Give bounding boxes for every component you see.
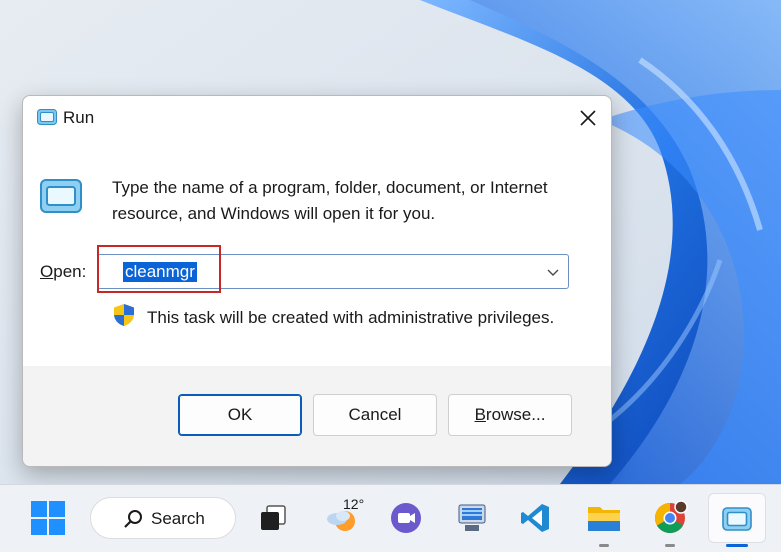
control-panel-icon bbox=[458, 504, 486, 531]
control-panel-button[interactable] bbox=[449, 495, 495, 541]
vscode-button[interactable] bbox=[512, 495, 558, 541]
chevron-down-icon[interactable] bbox=[546, 266, 560, 278]
open-label: Open: bbox=[40, 262, 87, 281]
cancel-button[interactable]: Cancel bbox=[313, 394, 437, 436]
run-program-icon bbox=[40, 179, 82, 213]
teams-chat-button[interactable] bbox=[383, 495, 429, 541]
close-icon bbox=[580, 110, 596, 126]
file-explorer-icon bbox=[588, 507, 620, 531]
open-combobox[interactable]: cleanmgr bbox=[97, 254, 569, 289]
dialog-title: Run bbox=[63, 108, 95, 127]
run-dialog: Run Type the name of a program, folder, … bbox=[22, 95, 612, 467]
start-button[interactable] bbox=[25, 495, 71, 541]
taskbar: Search bbox=[0, 484, 781, 552]
run-app-active-indicator bbox=[726, 544, 748, 547]
run-instructions: Type the name of a program, folder, docu… bbox=[112, 178, 548, 223]
run-app-icon bbox=[722, 507, 752, 531]
file-explorer-button[interactable] bbox=[581, 495, 627, 541]
open-input[interactable]: cleanmgr bbox=[123, 262, 197, 282]
task-view-button[interactable] bbox=[250, 495, 296, 541]
chrome-icon bbox=[654, 500, 688, 534]
chrome-running-indicator bbox=[665, 544, 675, 547]
dialog-footer: OK Cancel Browse... bbox=[23, 366, 611, 466]
vscode-icon bbox=[521, 504, 549, 532]
start-icon bbox=[31, 501, 65, 535]
task-view-icon bbox=[261, 505, 286, 530]
run-app-taskbar-button[interactable] bbox=[708, 493, 766, 543]
weather-temperature: 12° bbox=[343, 496, 365, 512]
uac-shield-icon bbox=[114, 304, 134, 326]
taskbar-search[interactable]: Search bbox=[90, 497, 236, 539]
browse-button[interactable]: Browse... bbox=[448, 394, 572, 436]
ok-button[interactable]: OK bbox=[178, 394, 302, 436]
search-label: Search bbox=[151, 509, 205, 528]
title-bar[interactable]: Run bbox=[23, 96, 611, 140]
search-icon bbox=[124, 510, 142, 528]
file-explorer-running-indicator bbox=[599, 544, 609, 547]
admin-privileges-note: This task will be created with administr… bbox=[147, 308, 555, 327]
chrome-button[interactable] bbox=[647, 495, 693, 541]
teams-chat-icon bbox=[391, 503, 421, 533]
run-app-icon bbox=[37, 109, 57, 125]
close-button[interactable] bbox=[565, 96, 611, 140]
